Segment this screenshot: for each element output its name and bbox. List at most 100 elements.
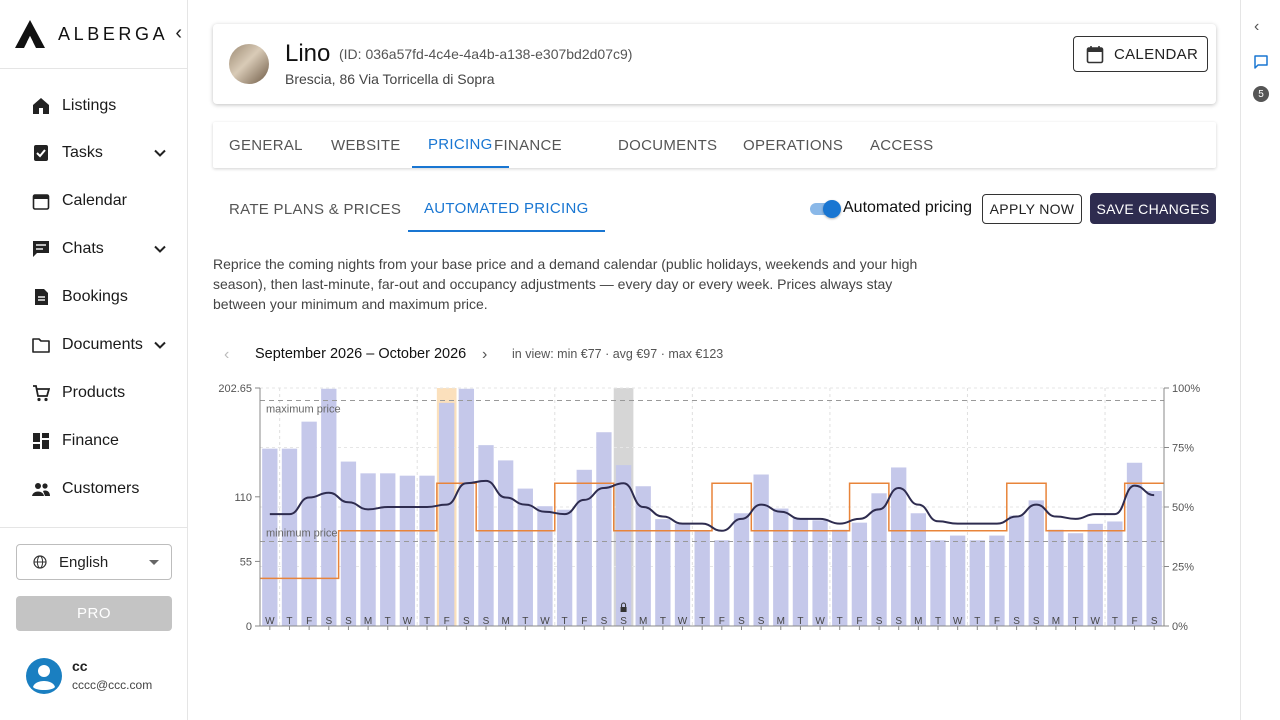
sidebar-item-bookings[interactable]: Bookings [0,277,187,317]
price-bar[interactable] [439,402,455,626]
apply-now-button[interactable]: APPLY NOW [982,194,1082,224]
x-tick-label: T [1073,616,1079,627]
tab-finance[interactable]: FINANCE [478,122,578,168]
price-bar[interactable] [753,474,769,626]
price-bar[interactable] [517,488,533,626]
tab-documents[interactable]: DOCUMENTS [602,122,733,168]
sidebar-item-label: Customers [62,480,140,497]
price-bar[interactable] [556,509,573,626]
price-bar[interactable] [301,421,317,626]
calendar-icon [1086,46,1104,64]
price-bar[interactable] [360,473,376,626]
price-bar[interactable] [1028,500,1044,626]
price-bar[interactable] [419,475,435,626]
chat-icon[interactable] [1253,54,1269,70]
price-bar[interactable] [321,388,337,626]
x-tick-label: T [660,616,666,627]
right-tick-label: 25% [1172,562,1194,574]
price-bar[interactable] [930,540,946,626]
sidebar-item-finance[interactable]: Finance [0,421,187,461]
x-tick-label: T [385,616,391,627]
price-bar[interactable] [340,461,357,626]
x-tick-label: S [876,616,883,627]
price-bar[interactable] [1067,533,1084,626]
chevron-down-icon[interactable] [153,242,167,256]
price-bar[interactable] [1008,515,1025,626]
price-bar[interactable] [399,475,416,626]
right-tick-label: 0% [1172,621,1188,633]
price-bar[interactable] [380,473,396,626]
x-tick-label: T [286,616,292,627]
sidebar-item-listings[interactable]: Listings [0,86,187,126]
price-bar[interactable] [832,529,848,626]
tab-general[interactable]: GENERAL [213,122,319,168]
dashboard-icon [32,432,50,450]
price-bar[interactable] [949,535,966,626]
sidebar-item-customers[interactable]: Customers [0,469,187,509]
price-bar[interactable] [615,465,632,626]
sidebar-item-tasks[interactable]: Tasks [0,133,187,173]
price-bar[interactable] [773,508,789,626]
price-bar[interactable] [733,513,750,626]
tab-website[interactable]: WEBSITE [315,122,417,168]
price-bar[interactable] [478,445,494,626]
subtab-rate-plans[interactable]: RATE PLANS & PRICES [213,186,417,232]
price-bar[interactable] [458,388,475,626]
automated-pricing-label: Automated pricing [843,199,972,216]
price-bar[interactable] [851,522,868,626]
sidebar-item-label: Documents [62,336,143,353]
pricing-description: Reprice the coming nights from your base… [213,256,918,312]
tab-access[interactable]: ACCESS [854,122,950,168]
price-bar[interactable] [1107,521,1123,626]
occupancy-step-line [260,482,1164,580]
price-bar[interactable] [694,530,710,626]
listings-icon [32,97,50,115]
price-bar[interactable] [989,535,1005,626]
expand-panel-icon[interactable]: ‹ [1254,18,1259,36]
notification-badge[interactable]: 5 [1253,86,1269,102]
automated-pricing-toggle[interactable] [810,200,841,218]
globe-icon [33,555,47,569]
sidebar-item-documents[interactable]: Documents [0,325,187,365]
collapse-sidebar-icon[interactable]: ‹ [175,22,182,45]
sidebar-divider [0,527,188,528]
price-bar[interactable] [871,493,887,626]
price-bar[interactable] [1146,490,1162,626]
price-bar[interactable] [674,523,691,626]
save-changes-button[interactable]: SAVE CHANGES [1090,193,1216,224]
sidebar-item-calendar[interactable]: Calendar [0,181,187,221]
x-tick-label: M [501,616,509,627]
left-tick-label: 0 [246,621,252,633]
sidebar-item-chats[interactable]: Chats [0,229,187,269]
pro-button[interactable]: PRO [16,596,172,631]
price-bar[interactable] [1048,529,1064,626]
price-bar[interactable] [792,517,809,626]
tab-operations[interactable]: OPERATIONS [727,122,859,168]
price-bar[interactable] [969,540,985,626]
price-bar[interactable] [812,520,828,626]
calendar-button[interactable]: CALENDAR [1073,36,1208,72]
next-period-icon[interactable]: › [482,346,487,364]
subtab-automated-pricing[interactable]: AUTOMATED PRICING [408,186,605,232]
price-bar[interactable] [596,432,612,626]
maximum-price-label: maximum price [266,404,341,416]
x-tick-label: F [719,616,725,627]
minimum-price-label: minimum price [266,527,338,539]
price-bar[interactable] [537,506,553,626]
price-bar[interactable] [655,519,671,626]
price-bar[interactable] [497,460,514,626]
x-tick-label: S [620,616,627,627]
user-profile[interactable]: cc cccc@ccc.com [26,658,186,698]
x-tick-label: T [837,616,843,627]
chevron-down-icon[interactable] [153,146,167,160]
language-select[interactable]: English [16,544,172,580]
price-bar[interactable] [576,469,592,626]
chevron-down-icon[interactable] [153,338,167,352]
x-tick-label: W [265,616,275,627]
app: ALBERGA ‹ Listings Tasks Calendar Chats Book… [0,0,1280,720]
price-bar[interactable] [1087,523,1103,626]
previous-period-icon[interactable]: ‹ [224,346,229,364]
price-bar[interactable] [714,540,730,626]
calendar-icon [32,192,50,210]
sidebar-item-products[interactable]: Products [0,373,187,413]
